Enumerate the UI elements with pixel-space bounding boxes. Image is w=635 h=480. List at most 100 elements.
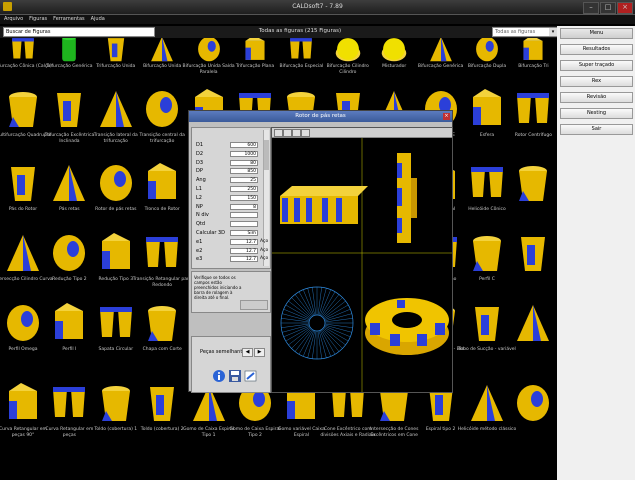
title-bar: CALDsoft7 - 7.89 – □ ×	[0, 0, 635, 15]
figure-thumbnail	[7, 305, 39, 341]
figure-thumbnail	[9, 383, 37, 419]
parameter-value-field[interactable]: 12.7	[230, 256, 258, 263]
dialog-close-icon[interactable]: ×	[443, 113, 450, 120]
menu-button-4[interactable]: Revisão	[560, 92, 633, 103]
minimize-button[interactable]: –	[583, 2, 599, 14]
parameter-value-field[interactable]: 1000	[230, 150, 258, 157]
parameter-value-field[interactable]: 25	[230, 177, 258, 184]
figure-thumbnail	[53, 165, 86, 201]
parameter-label: L2	[196, 194, 202, 201]
menu-button-2[interactable]: Super traçado	[560, 60, 633, 71]
menu-button-5[interactable]: Nesting	[560, 108, 633, 119]
3d-viewport[interactable]	[271, 127, 453, 393]
figure-thumbnail	[9, 92, 37, 127]
search-input[interactable]: Buscar de Figuras	[3, 27, 155, 37]
confirm-button[interactable]	[240, 300, 268, 310]
menu-button-1[interactable]: Resultados	[560, 44, 633, 55]
rotor-dialog: Rotor de pás retas × D1 600 D2 1000 D3 80 DP 85…	[188, 110, 453, 393]
figure-thumbnail	[99, 307, 132, 337]
menu-button-0[interactable]: Menu	[560, 28, 633, 39]
window-title: CALDsoft7 - 7.89	[292, 3, 343, 10]
unit-label: Aço	[260, 256, 269, 262]
menu-item-ajuda[interactable]: Ajuda	[91, 15, 105, 24]
parameter-row: e3 12.7 Aço	[194, 256, 268, 263]
parameter-value-field[interactable]: 80	[230, 159, 258, 166]
parameter-value-field[interactable]: 850	[230, 168, 258, 175]
parameter-label: N div	[196, 212, 209, 219]
parameter-value-field[interactable]: Sim	[230, 230, 258, 236]
figure-thumbnail	[99, 165, 132, 201]
figure-thumbnail	[519, 166, 548, 201]
menu-bar: Arquivo Figuras Ferramentas Ajuda	[0, 15, 635, 24]
figure-thumbnail	[517, 93, 550, 123]
parameter-value-field[interactable]: 150	[230, 194, 258, 201]
figure-label: Rotor Centrífugo	[514, 133, 552, 138]
parameter-panel: D1 600 D2 1000 D3 80 DP 850 Ang 25 L1 250 L2 150 NP 8 N …	[191, 127, 271, 269]
figure-thumbnail	[150, 387, 175, 421]
previous-part-button[interactable]: ◀	[242, 348, 253, 357]
parameter-value-field[interactable]: 12.7	[230, 238, 258, 245]
save-icon[interactable]	[228, 369, 242, 383]
dialog-title: Rotor de pás retas	[189, 111, 452, 122]
figure-thumbnail	[148, 163, 177, 199]
figure-item[interactable]: Rotor Centrífugo	[503, 84, 557, 151]
parameter-row: Ang 25	[194, 177, 268, 184]
parameter-row: N div	[194, 212, 268, 219]
instruction-text: Verifique se todos os campos estão preen…	[194, 275, 242, 300]
parameter-label: DP	[196, 168, 203, 175]
parameter-value-field[interactable]	[230, 212, 258, 219]
side-view-model	[397, 153, 417, 243]
next-part-button[interactable]: ▶	[254, 348, 265, 357]
parameter-row: Calcular 3D Sim	[194, 230, 268, 237]
figure-thumbnail	[473, 236, 501, 271]
export-icon[interactable]	[244, 369, 258, 383]
figure-thumbnail	[517, 385, 550, 421]
figure-thumbnail	[517, 305, 550, 341]
figure-thumbnail	[471, 385, 503, 421]
figure-thumbnail	[53, 387, 86, 417]
close-button[interactable]: ×	[617, 2, 633, 14]
menu-item-ferramentas[interactable]: Ferramentas	[53, 15, 85, 24]
parameter-value-field[interactable]: 600	[230, 142, 258, 148]
similar-parts-panel: Peças semelhantes: ◀ ▶	[191, 336, 271, 393]
figure-thumbnail	[12, 38, 34, 59]
parameter-row: e2 12.7 Aço	[194, 247, 269, 255]
parameter-value-field[interactable]: 8	[230, 203, 258, 210]
figure-thumbnail	[523, 38, 543, 60]
chevron-down-icon[interactable]: ▾	[549, 28, 557, 36]
figure-thumbnail	[197, 38, 220, 62]
figure-thumbnail	[521, 237, 546, 271]
parameter-row: D1 600	[194, 142, 268, 149]
figure-item[interactable]	[503, 298, 557, 365]
figure-item[interactable]	[503, 228, 557, 295]
parameter-value-field[interactable]	[230, 221, 258, 228]
menu-item-figuras[interactable]: Figuras	[29, 15, 47, 24]
instruction-panel: Verifique se todos os campos estão preen…	[191, 271, 271, 313]
parameter-row: D2 1000	[194, 150, 268, 158]
parameter-label: e2	[196, 247, 203, 254]
menu-item-arquivo[interactable]: Arquivo	[4, 15, 23, 24]
front-view-model	[280, 186, 368, 224]
figure-thumbnail	[429, 38, 452, 62]
parameter-label: Calcular 3D	[196, 230, 225, 236]
maximize-button[interactable]: □	[600, 2, 616, 14]
parameter-value-field[interactable]: 12.7	[230, 247, 258, 254]
isometric-view-model	[365, 298, 449, 355]
figure-filter-select[interactable]: Todas as figuras ▾	[492, 27, 558, 37]
figure-toolbar: Buscar de Figuras Todas as figuras (215 …	[0, 26, 558, 38]
figure-thumbnail	[57, 93, 82, 127]
unit-label: Aço	[260, 247, 269, 253]
menu-button-3[interactable]: Rex	[560, 76, 633, 87]
figure-thumbnail	[146, 237, 179, 267]
figure-thumbnail	[381, 38, 407, 62]
figure-grid-title: Todas as figuras (215 Figuras)	[258, 28, 342, 34]
parameter-value-field[interactable]: 250	[230, 186, 258, 192]
figure-item[interactable]	[503, 158, 557, 225]
figure-label: Bifurcação Tri	[518, 64, 549, 69]
figure-thumbnail	[101, 386, 130, 421]
menu-button-6[interactable]: Sair	[560, 124, 633, 135]
parameter-label: Ang	[196, 177, 206, 184]
figure-item[interactable]	[503, 378, 557, 445]
parameter-label: D2	[196, 150, 204, 157]
info-icon[interactable]	[212, 369, 226, 383]
